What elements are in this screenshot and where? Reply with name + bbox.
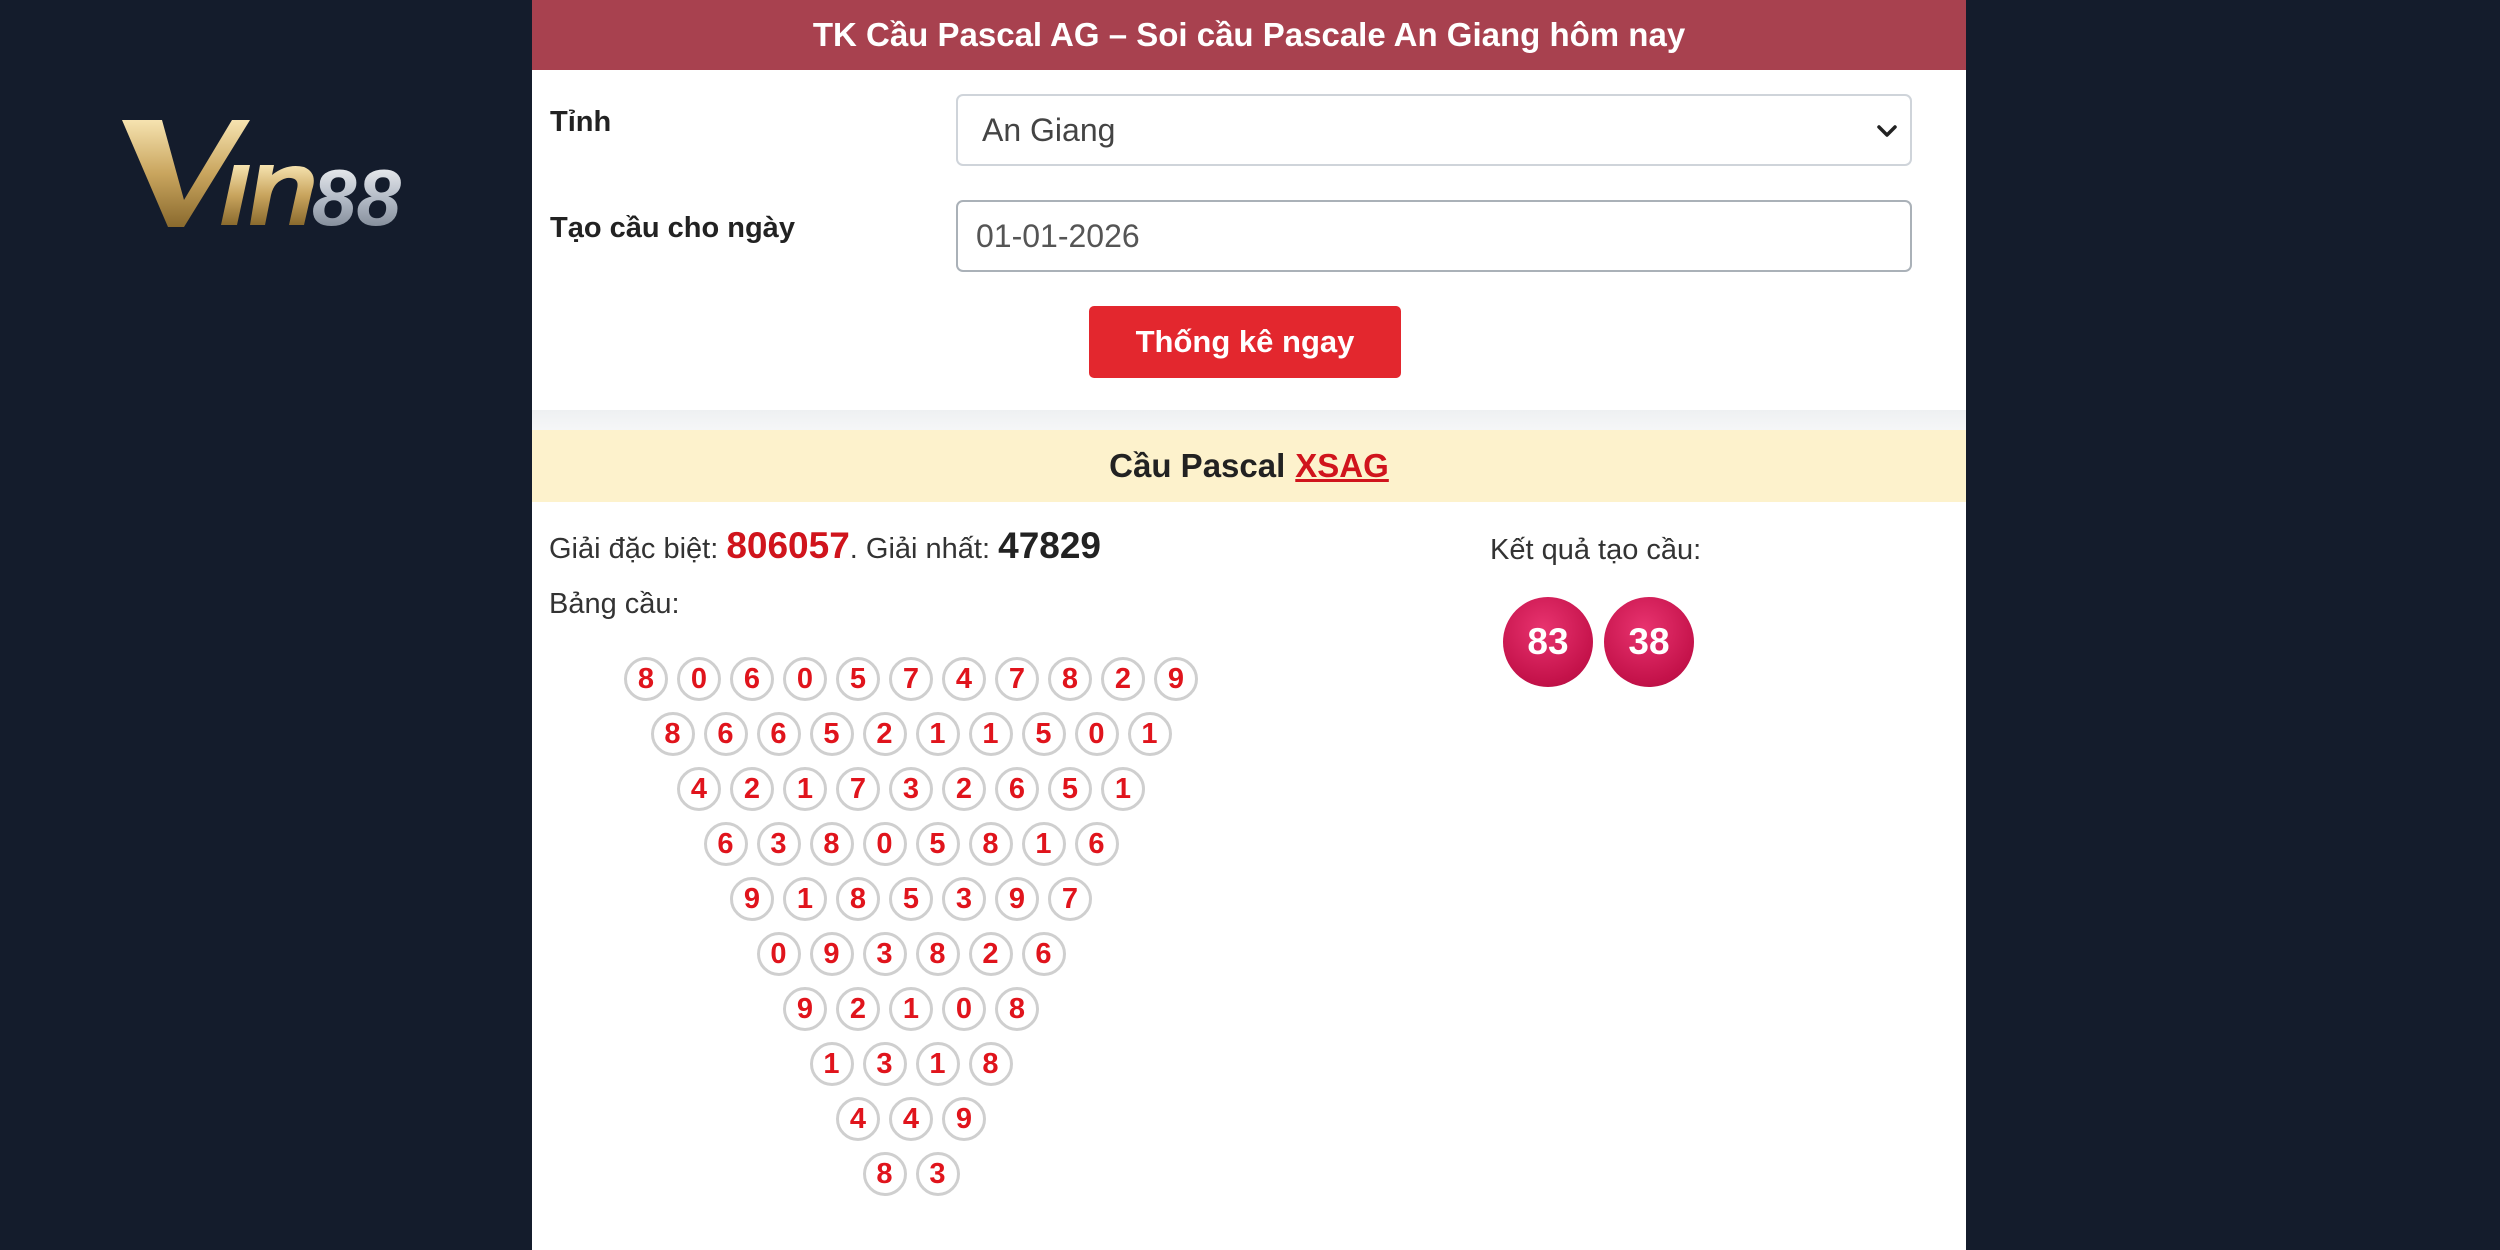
prize-line: Giải đặc biệt: 806057. Giải nhất: 47829: [549, 525, 1101, 567]
pascal-cell: 2: [1101, 657, 1145, 701]
pascal-cell: 0: [942, 987, 986, 1031]
pascal-cell: 8: [836, 877, 880, 921]
pascal-cell: 9: [942, 1097, 986, 1141]
pascal-cell: 1: [783, 767, 827, 811]
pascal-cell: 2: [942, 767, 986, 811]
pascal-cell: 0: [1074, 712, 1119, 756]
pascal-cell: 5: [836, 657, 880, 701]
province-select[interactable]: An Giang: [956, 94, 1912, 166]
page-title: TK Cầu Pascal AG – Soi cầu Pascale An Gi…: [532, 0, 1966, 70]
pascal-cell: 8: [862, 1152, 907, 1196]
pascal-cell: 1: [889, 987, 933, 1031]
special-prize-value: 806057: [726, 525, 850, 566]
pascal-cell: 1: [1127, 712, 1172, 756]
pascal-cell: 1: [1021, 822, 1066, 866]
pascal-cell: 5: [1021, 712, 1066, 756]
pascal-cell: 8: [1048, 657, 1092, 701]
pascal-cell: 6: [756, 712, 801, 756]
pascal-cell: 4: [942, 657, 986, 701]
pascal-cell: 5: [809, 712, 854, 756]
pascal-cell: 0: [783, 657, 827, 701]
pascal-cell: 8: [995, 987, 1039, 1031]
pascal-panel: TK Cầu Pascal AG – Soi cầu Pascale An Gi…: [532, 0, 1966, 1250]
prize-separator: .: [849, 533, 858, 565]
logo-icon: 88: [122, 120, 401, 242]
svg-text:88: 88: [312, 153, 401, 235]
section-title: Cầu Pascal XSAG: [532, 430, 1966, 502]
pascal-pyramid: 8060574782986652115014217326516380581691…: [532, 0, 1966, 1250]
pascal-cell: 6: [1074, 822, 1119, 866]
result-ball: 83: [1503, 597, 1593, 687]
province-select-value: An Giang: [982, 111, 1116, 148]
pascal-cell: 1: [783, 877, 827, 921]
pascal-cell: 9: [995, 877, 1039, 921]
pascal-cell: 9: [1154, 657, 1198, 701]
result-ball: 38: [1604, 597, 1694, 687]
pascal-cell: 5: [915, 822, 960, 866]
pascal-cell: 3: [942, 877, 986, 921]
pascal-cell: 8: [968, 1042, 1013, 1086]
pascal-cell: 6: [730, 657, 774, 701]
date-label: Tạo cầu cho ngày: [550, 212, 795, 244]
pascal-cell: 2: [862, 712, 907, 756]
pascal-cell: 7: [1048, 877, 1092, 921]
pascal-cell: 8: [915, 932, 960, 976]
pascal-cell: 7: [836, 767, 880, 811]
pascal-cell: 2: [836, 987, 880, 1031]
pascal-cell: 3: [756, 822, 801, 866]
pascal-cell: 7: [889, 657, 933, 701]
pascal-cell: 3: [889, 767, 933, 811]
pascal-cell: 7: [995, 657, 1039, 701]
first-prize-label: Giải nhất:: [865, 533, 991, 565]
date-input-value: 01-01-2026: [976, 217, 1140, 254]
pascal-cell: 9: [809, 932, 854, 976]
pascal-cell: 1: [809, 1042, 854, 1086]
pascal-cell: 5: [889, 877, 933, 921]
pascal-cell: 0: [862, 822, 907, 866]
pascal-cell: 0: [677, 657, 721, 701]
section-title-prefix: Cầu Pascal: [1109, 447, 1286, 484]
date-input[interactable]: 01-01-2026: [956, 200, 1912, 272]
special-prize-label: Giải đặc biệt:: [549, 533, 719, 565]
pascal-cell: 1: [915, 1042, 960, 1086]
pascal-cell: 1: [1101, 767, 1145, 811]
pascal-cell: 2: [730, 767, 774, 811]
pascal-cell: 9: [783, 987, 827, 1031]
pascal-cell: 5: [1048, 767, 1092, 811]
pascal-cell: 6: [1021, 932, 1066, 976]
pascal-cell: 6: [703, 822, 748, 866]
pascal-cell: 4: [677, 767, 721, 811]
pascal-cell: 1: [968, 712, 1013, 756]
pascal-cell: 1: [915, 712, 960, 756]
first-prize-value: 47829: [998, 525, 1102, 566]
section-divider: [532, 410, 1966, 432]
pascal-cell: 3: [915, 1152, 960, 1196]
result-label: Kết quả tạo cầu:: [1490, 534, 1702, 566]
xsag-link[interactable]: XSAG: [1295, 447, 1389, 485]
pascal-cell: 8: [968, 822, 1013, 866]
pascal-cell: 8: [624, 657, 668, 701]
vin88-logo[interactable]: 88: [122, 115, 482, 242]
submit-button[interactable]: Thống kê ngay: [1089, 306, 1401, 378]
pascal-cell: 6: [703, 712, 748, 756]
chevron-down-icon: [1877, 125, 1897, 137]
pascal-cell: 0: [756, 932, 801, 976]
pascal-cell: 4: [836, 1097, 880, 1141]
table-label: Bảng cầu:: [549, 588, 680, 620]
pascal-cell: 2: [968, 932, 1013, 976]
province-label: Tỉnh: [550, 106, 612, 138]
pascal-cell: 4: [889, 1097, 933, 1141]
pascal-cell: 9: [730, 877, 774, 921]
pascal-cell: 3: [862, 1042, 907, 1086]
pascal-cell: 8: [809, 822, 854, 866]
pascal-cell: 8: [650, 712, 695, 756]
pascal-cell: 3: [862, 932, 907, 976]
pascal-cell: 6: [995, 767, 1039, 811]
